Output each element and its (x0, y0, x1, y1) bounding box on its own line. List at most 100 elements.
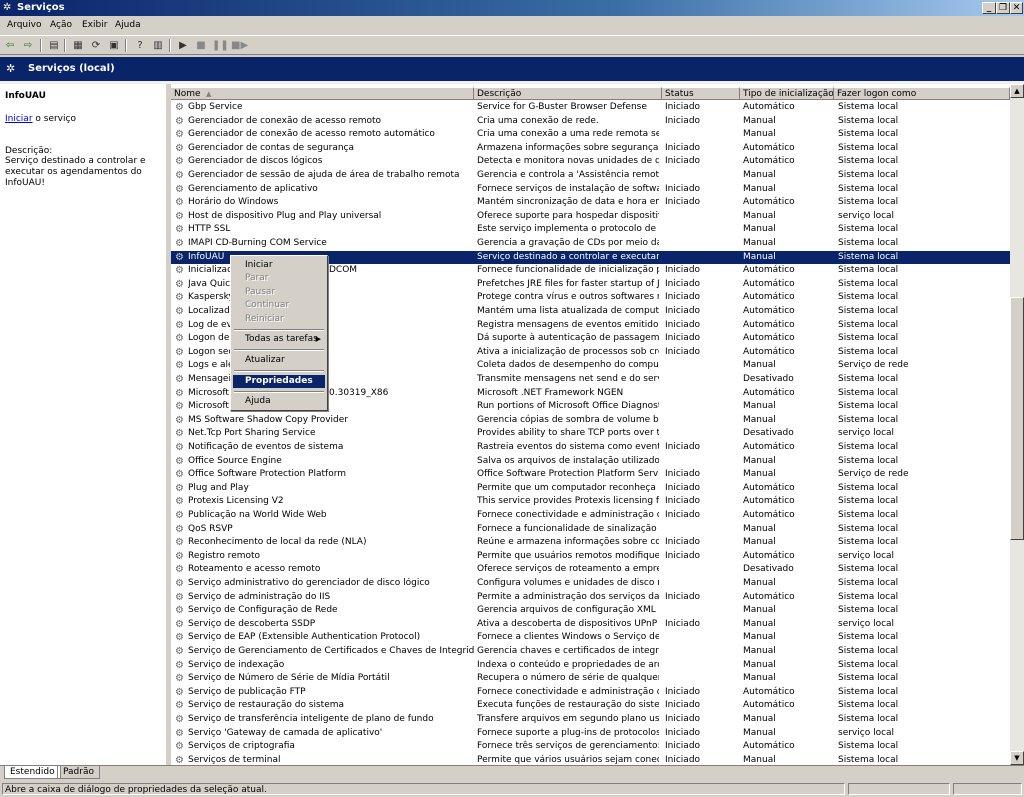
scroll-down-icon[interactable]: ▼ (1010, 751, 1024, 765)
service-startup-type: Automático (743, 442, 795, 452)
table-row[interactable]: ⚙ Notificação de eventos de sistema Rastre… (171, 441, 1010, 455)
service-logon-as: Sistema local (838, 510, 899, 520)
menu-item-propriedades[interactable]: Propriedades (233, 375, 325, 388)
table-row[interactable]: ⚙ HTTP SSL Este serviço implementa o proto… (171, 223, 1010, 237)
table-row[interactable]: ⚙ MS Software Shadow Copy Provider Gerenci… (171, 414, 1010, 428)
table-row[interactable]: ⚙ Gerenciador de contas de segurança Armaz… (171, 142, 1010, 156)
service-description: Armazena informações sobre segurança par… (477, 142, 659, 153)
table-row[interactable]: ⚙ Gerenciamento de aplicativo Fornece serv… (171, 183, 1010, 197)
service-description: Prefetches JRE files for faster startup … (477, 278, 659, 289)
service-logon-as: Sistema local (838, 251, 899, 262)
service-description: Fornece conectividade e administração da… (477, 510, 659, 520)
table-row[interactable]: ⚙ Registro remoto Permite que usuários rem… (171, 550, 1010, 564)
table-row[interactable]: ⚙ Net.Tcp Port Sharing Service Provides ab… (171, 427, 1010, 441)
column-header-startup-type[interactable]: Tipo de inicialização (740, 87, 834, 100)
table-row[interactable]: ⚙ Serviço de indexação Indexa o conteúdo e… (171, 659, 1010, 673)
refresh-icon[interactable]: ⟳ (89, 39, 103, 52)
pause-icon[interactable]: ❚❚ (212, 39, 229, 52)
menu-arquivo[interactable]: Arquivo (7, 19, 41, 31)
service-gear-icon: ⚙ (175, 319, 184, 331)
menu-ajuda[interactable]: Ajuda (115, 19, 141, 31)
column-header-status[interactable]: Status (662, 87, 740, 100)
view-icon[interactable]: ▥ (151, 39, 165, 52)
restart-icon[interactable]: ■▶ (231, 39, 248, 52)
table-row[interactable]: ⚙ Serviço de EAP (Extensible Authenticati… (171, 631, 1010, 645)
table-row[interactable]: ⚙ Serviço de transferência inteligente de… (171, 713, 1010, 727)
table-row[interactable]: ⚙ Serviço 'Gateway de camada de aplicativ… (171, 727, 1010, 741)
start-service-suffix: o serviço (32, 114, 76, 124)
scroll-thumb[interactable] (1010, 297, 1024, 540)
table-row[interactable]: ⚙ Gerenciador de conexão de acesso remoto… (171, 128, 1010, 142)
table-row[interactable]: ⚙ Horário do Windows Mantém sincronização … (171, 196, 1010, 210)
start-service-link[interactable]: Iniciar (5, 114, 33, 124)
service-description: Ativa a descoberta de dispositivos UPnP … (477, 618, 659, 629)
table-row[interactable]: ⚙ Plug and Play Permite que um computador … (171, 482, 1010, 496)
service-status: Iniciado (665, 346, 701, 357)
service-name: Serviço de indexação (188, 659, 285, 670)
table-row[interactable]: ⚙ Reconhecimento de local da rede (NLA) Re… (171, 536, 1010, 550)
table-row[interactable]: ⚙ Gerenciador de discos lógicos Detecta e … (171, 155, 1010, 169)
stop-icon[interactable]: ■ (194, 39, 208, 52)
table-row[interactable]: ⚙ Publicação na World Wide Web Fornece con… (171, 509, 1010, 523)
service-gear-icon: ⚙ (175, 360, 184, 372)
table-row[interactable]: ⚙ Protexis Licensing V2 This service provi… (171, 495, 1010, 509)
menu-exibir[interactable]: Exibir (82, 19, 107, 31)
scroll-up-icon[interactable]: ▲ (1010, 84, 1024, 98)
table-row[interactable]: ⚙ Serviço de Configuração de Rede Gerencia… (171, 604, 1010, 618)
table-row[interactable]: ⚙ Serviços de criptografia Fornece três se… (171, 740, 1010, 754)
service-name: Gerenciador de contas de segurança (188, 142, 354, 153)
tab-padrao[interactable]: Padrão (57, 766, 100, 779)
table-row[interactable]: ⚙ QoS RSVP Fornece a funcionalidade de sin… (171, 523, 1010, 537)
table-row[interactable]: ⚙ Serviços de terminal Permite que vários … (171, 754, 1010, 765)
service-gear-icon: ⚙ (175, 754, 184, 765)
menu-acao[interactable]: Ação (50, 19, 72, 31)
service-status: Iniciado (665, 115, 701, 126)
service-description: Fornece serviços de instalação de softwa… (477, 183, 659, 194)
title-bar: ✲ Serviços _ ❐ ✕ (0, 0, 1024, 16)
restore-button[interactable]: ❐ (996, 2, 1010, 14)
service-name: Office Software Protection Platform (188, 469, 347, 480)
table-row[interactable]: ⚙ Serviço de Número de Série de Mídia Por… (171, 672, 1010, 686)
console-tree-icon[interactable]: ▤ (47, 39, 61, 52)
column-header-description[interactable]: Descrição (474, 87, 662, 100)
table-row[interactable]: ⚙ Serviço de publicação FTP Fornece conect… (171, 686, 1010, 700)
help-icon[interactable]: ? (133, 39, 147, 52)
menu-item-todas-as-tarefas[interactable]: Todas as tarefas ▶ (233, 333, 325, 346)
close-button[interactable]: ✕ (1010, 2, 1023, 14)
table-row[interactable]: ⚙ Serviço administrativo do gerenciador d… (171, 577, 1010, 591)
table-row[interactable]: ⚙ Gerenciador de conexão de acesso remoto… (171, 115, 1010, 129)
vertical-scrollbar[interactable]: ▲ ▼ (1010, 84, 1024, 765)
table-row[interactable]: ⚙ Office Software Protection Platform Offi… (171, 468, 1010, 482)
play-icon[interactable]: ▶ (176, 39, 190, 52)
service-status: Iniciado (665, 183, 701, 194)
table-row[interactable]: ⚙ Serviço de descoberta SSDP Ativa a desco… (171, 618, 1010, 632)
column-header-logon-as[interactable]: Fazer logon como (834, 87, 1010, 100)
service-startup-type: Automático (743, 591, 795, 602)
table-row[interactable]: ⚙ Gbp Service Service for G-Buster Browser… (171, 101, 1010, 115)
service-startup-type: Manual (743, 727, 776, 738)
table-row[interactable]: ⚙ Host de dispositivo Plug and Play unive… (171, 210, 1010, 224)
table-row[interactable]: ⚙ Office Source Engine Salva os arquivos d… (171, 455, 1010, 469)
properties-icon[interactable]: ▦ (71, 39, 85, 52)
service-name-tail: DCOM (329, 265, 358, 276)
menu-item-ajuda[interactable]: Ajuda (233, 395, 325, 408)
minimize-button[interactable]: _ (982, 2, 996, 14)
forward-icon[interactable]: ⇨ (21, 39, 35, 52)
service-logon-as: Sistema local (838, 578, 899, 588)
table-row[interactable]: ⚙ Roteamento e acesso remoto Oferece servi… (171, 563, 1010, 577)
back-icon[interactable]: ⇦ (3, 39, 17, 52)
column-header-name[interactable]: Nome ▲ (171, 87, 474, 100)
table-row[interactable]: ⚙ Serviço de restauração do sistema Execut… (171, 699, 1010, 713)
menu-item-atualizar[interactable]: Atualizar (233, 354, 325, 367)
service-startup-type: Automático (743, 265, 795, 276)
tab-estendido[interactable]: Estendido (4, 766, 61, 779)
service-gear-icon: ⚙ (175, 265, 184, 277)
table-row[interactable]: ⚙ Serviço de Gerenciamento de Certificado… (171, 645, 1010, 659)
service-name: Host de dispositivo Plug and Play univer… (188, 210, 382, 221)
table-row[interactable]: ⚙ Gerenciador de sessão de ajuda de área … (171, 169, 1010, 183)
service-logon-as: Sistema local (838, 278, 899, 289)
export-list-icon[interactable]: ▣ (107, 39, 121, 52)
menu-item-iniciar[interactable]: Iniciar (233, 259, 325, 272)
table-row[interactable]: ⚙ Serviço de administração do IIS Permite … (171, 591, 1010, 605)
table-row[interactable]: ⚙ IMAPI CD-Burning COM Service Gerencia a … (171, 237, 1010, 251)
